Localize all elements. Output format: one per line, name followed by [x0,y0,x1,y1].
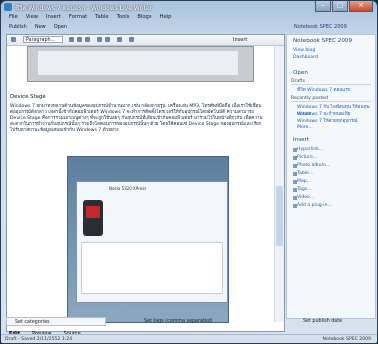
dashboard-link[interactable]: Dashboard [293,55,318,60]
align-left-icon[interactable] [97,37,102,42]
menu-table[interactable]: Table [95,14,108,23]
draft-item[interactable]: ชีวิต Windows 7 ตอนแรก [297,87,351,94]
paragraph-style-select[interactable]: Paragraph... [23,36,63,43]
app-icon [4,3,12,11]
drafts-heading: Drafts [291,79,371,85]
menu-insert[interactable]: Insert [46,14,61,23]
new-button[interactable]: New [35,24,46,33]
insert-photo-album[interactable]: Photo album... [297,163,330,168]
recent-item[interactable]: Windows 7 ให้สวยทุกอุปกรณ์ [297,118,358,125]
list-icon[interactable] [117,37,122,42]
add-plugin-link[interactable]: Add a plug-in... [297,203,332,208]
insert-picture[interactable]: Picture... [297,155,317,160]
status-bar: Draft - Saved 2/11/2552 1:24 Notebook SP… [1,334,377,343]
title-bar: ชีวิต Windows 7 ตอนแรก - Windows Live Wr… [1,1,377,13]
menu-view[interactable]: View [26,14,38,23]
post-heading: Device Stage [10,94,46,100]
format-toolbar: Paragraph... Insert [7,35,284,46]
italic-icon[interactable] [77,37,82,42]
embedded-image-top [27,46,254,82]
link-icon[interactable] [129,37,134,42]
menu-tools[interactable]: Tools [117,14,130,23]
post-properties-bar: Set categories Set tags (comma separated… [6,317,376,327]
menu-file[interactable]: File [9,14,18,23]
tags-field[interactable]: Set tags (comma separated) [136,317,286,326]
publish-button[interactable]: Publish [9,24,27,33]
recent-item[interactable]: Windows 7 จะกำหนดเทีย [297,111,350,118]
menu-help[interactable]: Help [160,14,172,23]
insert-table[interactable]: Table... [297,171,313,176]
maximize-button[interactable]: □ [332,1,348,12]
recent-heading: Recently posted [291,96,371,102]
window-title: ชีวิต Windows 7 ตอนแรก - Windows Live Wr… [15,5,153,12]
sidebar: Notebook SPEC 2009 View blog Dashboard O… [286,34,376,319]
status-blog-name: Notebook SPEC 2009 [322,337,371,342]
phone-icon [83,200,103,236]
open-heading: Open [293,70,308,76]
main-toolbar: Publish New Open [3,24,67,33]
open-button[interactable]: Open [54,24,67,33]
screenshot-panel [81,242,223,294]
post-paragraph: Windows 7 ยกมาทงหลานด้านข้อมูลของอุปกรณ์… [10,104,263,133]
app-window: ชีวิต Windows 7 ตอนแรก - Windows Live Wr… [0,0,378,344]
editor-area: Paragraph... Insert Device Stage Windows… [6,34,285,332]
minimize-button[interactable]: – [315,1,331,12]
align-center-icon[interactable] [105,37,110,42]
menu-format[interactable]: Format [69,14,87,23]
view-blog-link[interactable]: View blog [293,48,315,53]
insert-tags[interactable]: Tags... [297,187,312,192]
post-content[interactable]: Device Stage Windows 7 ยกมาทงหลานด้านข้อ… [7,46,270,326]
menu-bar: File View Insert Format Table Tools Blog… [3,14,171,23]
insert-video[interactable]: Video... [297,195,314,200]
insert-menu[interactable]: Insert [233,37,247,43]
scrollbar-thumb[interactable] [276,186,283,246]
save-status: Draft - Saved 2/11/2552 1:24 [5,337,73,342]
bold-icon[interactable] [69,37,74,42]
screenshot-caption: Nokia 5320 XPress [109,186,147,191]
recent-more-link[interactable]: More... [297,125,313,130]
device-stage-screenshot: Nokia 5320 XPress [67,156,229,323]
insert-heading: Insert [293,137,310,143]
blog-selector[interactable]: Notebook SPEC 2009 [294,24,347,30]
publish-date-field[interactable]: Set publish date [295,317,375,326]
insert-map[interactable]: Map... [297,179,311,184]
sidebar-blog-title: Notebook SPEC 2009 [293,38,353,44]
screenshot-window: Nokia 5320 XPress [76,181,228,303]
editor-scrollbar[interactable] [274,46,284,322]
undo-icon[interactable] [11,37,16,42]
menu-blogs[interactable]: Blogs [137,14,151,23]
categories-field[interactable]: Set categories [6,317,106,326]
insert-hyperlink[interactable]: Hyperlink... [297,147,323,152]
underline-icon[interactable] [85,37,90,42]
close-button[interactable]: × [349,1,373,12]
